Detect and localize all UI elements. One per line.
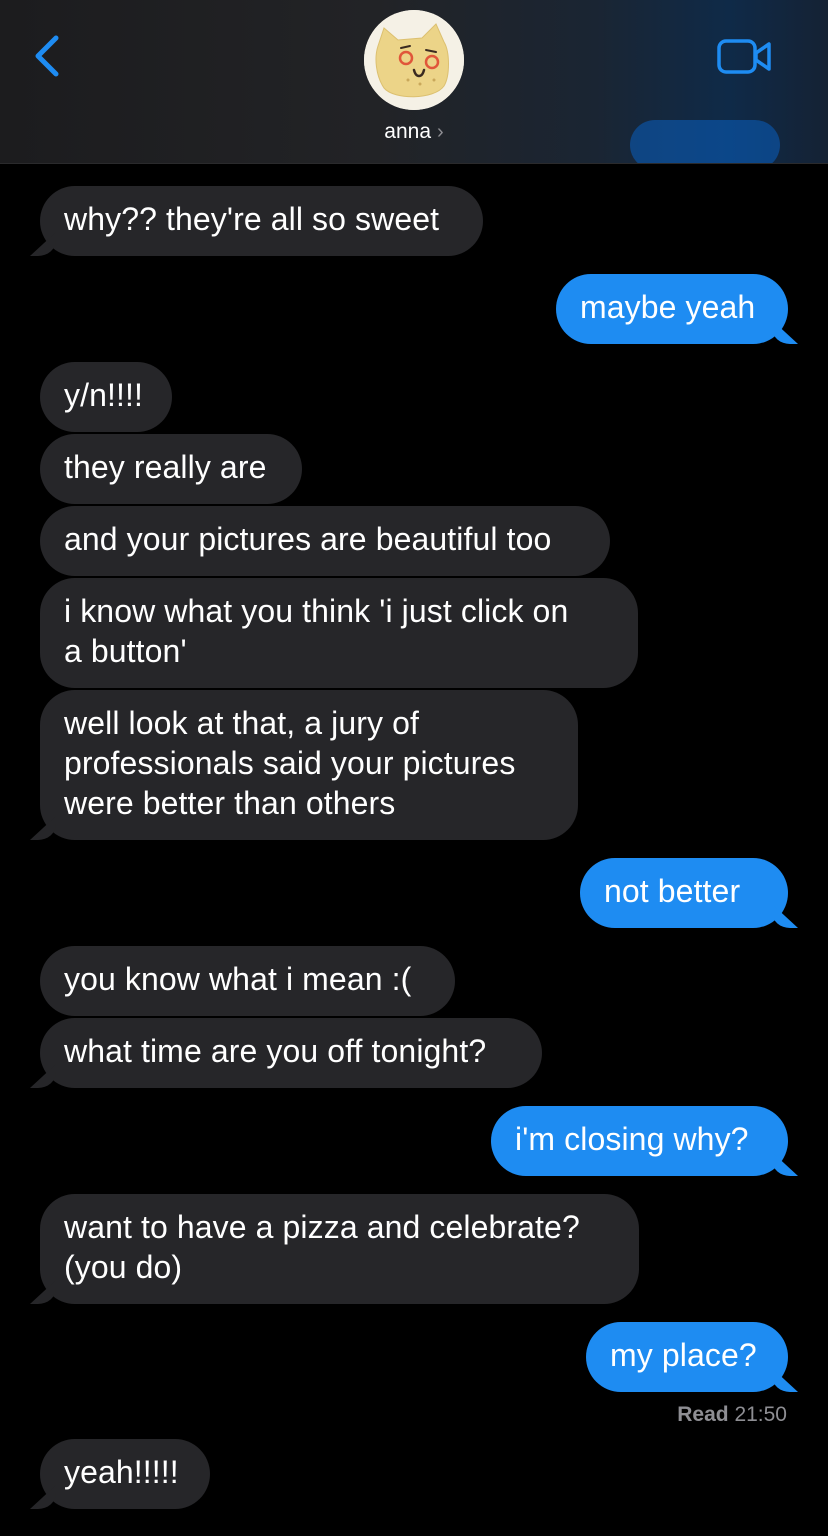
- facetime-button[interactable]: [716, 38, 774, 76]
- message-text: why?? they're all so sweet: [64, 201, 440, 237]
- message-bubble-sent[interactable]: my place?: [586, 1322, 788, 1392]
- message-bubble-sent[interactable]: maybe yeah: [556, 274, 788, 344]
- message-text: they really are: [64, 449, 267, 485]
- message-text: i'm closing why?: [515, 1121, 749, 1157]
- back-button[interactable]: [30, 32, 70, 80]
- message-line: professionals said your pictures: [64, 745, 516, 781]
- message-line: i know what you think 'i just click on: [64, 593, 569, 629]
- message-text: yeah!!!!!: [64, 1454, 179, 1490]
- message-bubble-received[interactable]: y/n!!!!: [40, 362, 172, 432]
- message-text: what time are you off tonight?: [64, 1033, 487, 1069]
- message-bubble-received[interactable]: and your pictures are beautiful too: [40, 506, 610, 576]
- contact-name-button[interactable]: anna ›: [0, 120, 828, 144]
- message-bubble-received[interactable]: what time are you off tonight?: [40, 1018, 542, 1088]
- contact-name: anna: [384, 120, 432, 143]
- message-bubble-received[interactable]: i know what you think 'i just click on a…: [40, 578, 638, 688]
- message-bubble-received[interactable]: well look at that, a jury of professiona…: [40, 690, 578, 840]
- message-bubble-received[interactable]: yeah!!!!!: [40, 1439, 210, 1509]
- message-text: maybe yeah: [580, 289, 756, 325]
- message-bubble-sent[interactable]: not better: [580, 858, 788, 928]
- cat-avatar-icon: [364, 10, 464, 110]
- message-text: my place?: [610, 1337, 757, 1373]
- message-bubble-received[interactable]: they really are: [40, 434, 302, 504]
- chevron-right-icon: ›: [437, 121, 444, 143]
- chevron-left-icon: [35, 35, 59, 77]
- message-bubble-sent[interactable]: i'm closing why?: [491, 1106, 788, 1176]
- message-text: y/n!!!!: [64, 377, 143, 413]
- video-camera-icon: [717, 39, 771, 74]
- read-label: Read: [677, 1403, 729, 1426]
- read-time: 21:50: [734, 1403, 787, 1426]
- message-line: (you do): [64, 1249, 183, 1285]
- message-line: a button': [64, 633, 187, 669]
- message-text: you know what i mean :(: [64, 961, 412, 997]
- read-receipt: Read 21:50: [677, 1403, 787, 1427]
- message-bubble-received[interactable]: you know what i mean :(: [40, 946, 455, 1016]
- message-line: were better than others: [64, 785, 396, 821]
- message-line: want to have a pizza and celebrate?: [64, 1209, 580, 1245]
- message-bubble-received[interactable]: why?? they're all so sweet: [40, 186, 483, 256]
- contact-avatar[interactable]: [364, 10, 464, 110]
- conversation-header: anna ›: [0, 0, 828, 164]
- message-text: not better: [604, 873, 741, 909]
- message-line: well look at that, a jury of: [64, 705, 419, 741]
- message-text: and your pictures are beautiful too: [64, 521, 552, 557]
- message-bubble-received[interactable]: want to have a pizza and celebrate? (you…: [40, 1194, 639, 1304]
